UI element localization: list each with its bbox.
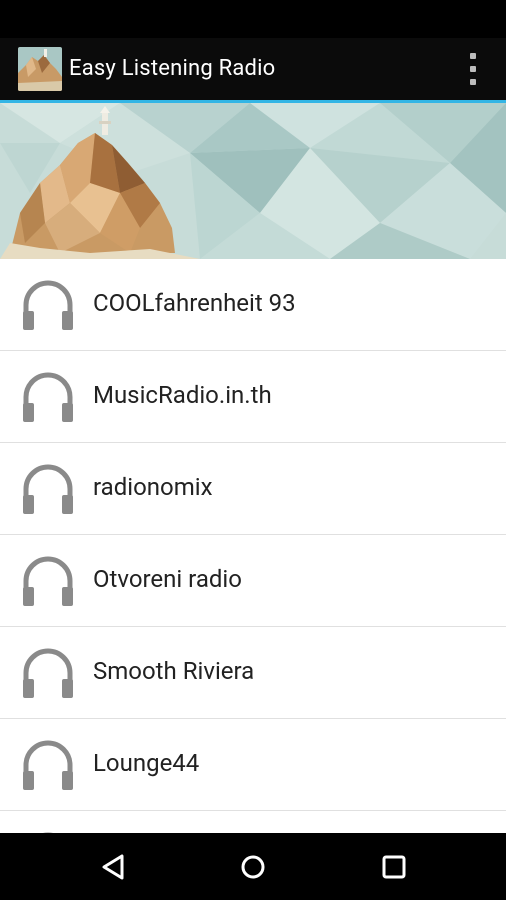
recents-icon[interactable]: [376, 850, 412, 884]
station-name: radionomix: [93, 473, 213, 501]
list-item[interactable]: Otvoreni radio: [0, 535, 506, 627]
list-item[interactable]: MusicRadio.in.th: [0, 351, 506, 443]
headphones-icon: [20, 461, 76, 515]
station-name: Otvoreni radio: [93, 565, 242, 593]
headphones-icon: [20, 737, 76, 791]
headphones-icon: [20, 645, 76, 699]
station-name: Smooth Riviera: [93, 657, 255, 685]
headphones-icon: [20, 553, 76, 607]
status-bar: [0, 0, 506, 38]
headphones-icon: [20, 277, 76, 331]
app-title: Easy Listening Radio: [69, 56, 276, 81]
app-logo-icon[interactable]: [18, 47, 62, 91]
list-item[interactable]: COOLfahrenheit 93: [0, 259, 506, 351]
header-banner-image: [0, 103, 506, 259]
list-item[interactable]: Lounge44: [0, 719, 506, 811]
headphones-icon: [20, 369, 76, 423]
station-name: MusicRadio.in.th: [93, 381, 272, 409]
navigation-bar: [0, 833, 506, 900]
station-list: COOLfahrenheit 93 MusicRadio.in.th radio…: [0, 259, 506, 833]
list-item[interactable]: Smooth Riviera: [0, 627, 506, 719]
back-icon[interactable]: [96, 850, 132, 884]
station-name: Lounge44: [93, 749, 200, 777]
home-icon[interactable]: [235, 850, 271, 884]
list-item[interactable]: radionomix: [0, 443, 506, 535]
station-name: COOLfahrenheit 93: [93, 289, 296, 317]
action-bar: Easy Listening Radio: [0, 38, 506, 103]
list-item[interactable]: [0, 811, 506, 833]
overflow-menu-icon[interactable]: [466, 53, 480, 85]
